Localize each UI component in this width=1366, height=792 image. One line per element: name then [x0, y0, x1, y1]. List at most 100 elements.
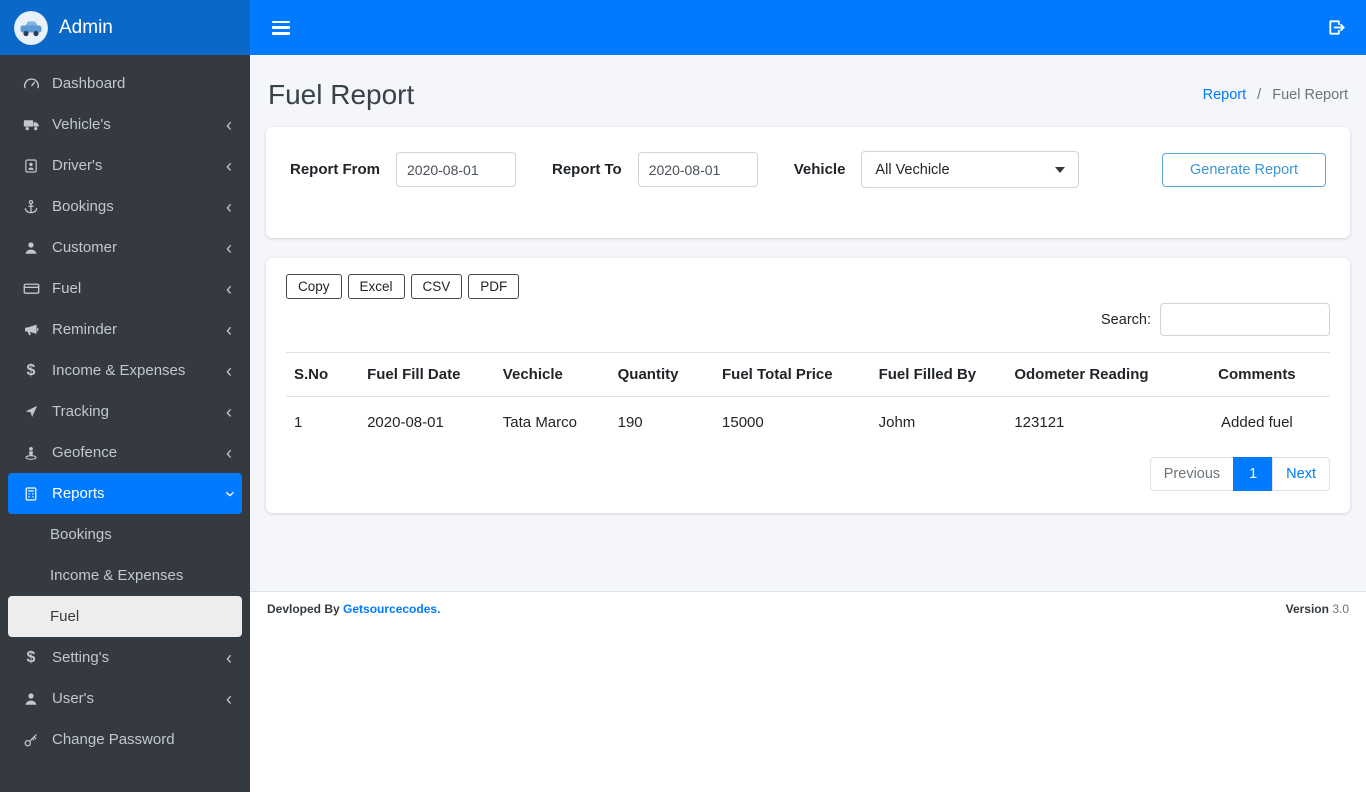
- vehicle-label: Vehicle: [793, 161, 846, 178]
- chevron-left-icon: ‹: [226, 319, 232, 340]
- main-content: Fuel Report Report / Fuel Report Report …: [250, 55, 1366, 792]
- sidebar-item-label: Reminder: [52, 321, 118, 338]
- tachometer-icon: [18, 75, 44, 92]
- cell-odometer-reading: 123121: [1014, 414, 1065, 431]
- column-header-sno[interactable]: S.No: [286, 352, 360, 397]
- sidebar-item-bookings[interactable]: Bookings ‹: [8, 186, 242, 227]
- sidebar-item-change-password[interactable]: Change Password: [8, 719, 242, 760]
- chevron-left-icon: ‹: [226, 688, 232, 709]
- footer-developed-by: Devloped By: [267, 602, 340, 616]
- sidebar-item-customer[interactable]: Customer ‹: [8, 227, 242, 268]
- page-bottom-whitespace: [250, 626, 1366, 792]
- footer-version-label: Version: [1285, 602, 1329, 616]
- fuel-report-table-card: Copy Excel CSV PDF Search: S.No Fuel Fil…: [266, 258, 1350, 513]
- cell-quantity: 190: [617, 414, 643, 431]
- column-header-fuel-total-price[interactable]: Fuel Total Price: [714, 352, 871, 397]
- export-buttons: Copy Excel CSV PDF: [286, 274, 1330, 299]
- footer-brand-link[interactable]: Getsourcecodes.: [343, 602, 440, 616]
- sidebar-item-geofence[interactable]: Geofence ‹: [8, 432, 242, 473]
- app-logo-icon: [14, 10, 48, 45]
- chevron-left-icon: ‹: [226, 442, 232, 463]
- sidebar-subitem-income-expenses[interactable]: Income & Expenses: [8, 555, 242, 596]
- column-header-odometer-reading[interactable]: Odometer Reading: [1006, 352, 1184, 397]
- chevron-left-icon: ‹: [226, 278, 232, 299]
- copy-button[interactable]: Copy: [286, 274, 342, 299]
- cell-fuel-total-price: 15000: [722, 414, 764, 431]
- user-icon: [18, 240, 44, 256]
- user-icon: [18, 691, 44, 707]
- hamburger-menu-icon[interactable]: [272, 20, 290, 35]
- sidebar-item-label: Setting's: [52, 649, 110, 666]
- generate-report-button[interactable]: Generate Report: [1161, 152, 1326, 187]
- excel-button[interactable]: Excel: [347, 274, 405, 299]
- report-to-input[interactable]: [637, 152, 758, 187]
- column-header-vehicle[interactable]: Vechicle: [494, 352, 610, 397]
- sidebar-item-reports[interactable]: Reports ‹: [8, 473, 242, 514]
- sidebar: Dashboard Vehicle's ‹ Driver's ‹ Booking…: [0, 55, 250, 792]
- chevron-left-icon: ‹: [226, 401, 232, 422]
- sidebar-item-settings[interactable]: $ Setting's ‹: [8, 637, 242, 678]
- vehicle-select[interactable]: All Vechicle: [861, 151, 1080, 188]
- footer-credit: Devloped By Getsourcecodes.: [267, 602, 440, 616]
- dollar-icon: $: [26, 648, 36, 666]
- csv-button[interactable]: CSV: [410, 274, 463, 299]
- table-row: 1 2020-08-01 Tata Marco 190 15000 Johm 1…: [286, 397, 1330, 456]
- sidebar-item-reminder[interactable]: Reminder ‹: [8, 309, 242, 350]
- chevron-left-icon: ‹: [226, 237, 232, 258]
- sidebar-subitem-label: Income & Expenses: [50, 567, 184, 584]
- pagination-page-1-button[interactable]: 1: [1233, 457, 1274, 491]
- logout-icon[interactable]: [1327, 18, 1346, 37]
- cell-comments: Added fuel: [1221, 414, 1293, 431]
- sidebar-subitem-bookings[interactable]: Bookings: [8, 514, 242, 555]
- sidebar-item-users[interactable]: User's ‹: [8, 678, 242, 719]
- breadcrumb-report-link[interactable]: Report: [1203, 87, 1247, 103]
- sidebar-item-dashboard[interactable]: Dashboard: [8, 63, 242, 104]
- sidebar-item-label: Customer: [52, 239, 118, 256]
- sidebar-item-fuel[interactable]: Fuel ‹: [8, 268, 242, 309]
- footer-version-value: 3.0: [1332, 602, 1349, 616]
- sidebar-item-label: User's: [52, 690, 95, 707]
- brand-title: Admin: [59, 16, 113, 38]
- caret-down-icon: [1055, 166, 1066, 173]
- report-filter-card: Report From Report To Vehicle All Vechic…: [266, 127, 1350, 238]
- sidebar-item-label: Change Password: [52, 731, 175, 748]
- column-header-comments[interactable]: Comments: [1183, 352, 1330, 397]
- bullhorn-icon: [18, 321, 44, 338]
- truck-icon: [18, 116, 44, 133]
- sidebar-item-drivers[interactable]: Driver's ‹: [8, 145, 242, 186]
- breadcrumb-separator: /: [1257, 87, 1262, 103]
- breadcrumb-current: Fuel Report: [1272, 87, 1348, 103]
- search-input[interactable]: [1160, 303, 1330, 336]
- report-from-input[interactable]: [396, 152, 516, 187]
- column-header-fuel-fill-date[interactable]: Fuel Fill Date: [359, 352, 495, 397]
- sidebar-item-label: Income & Expenses: [52, 362, 186, 379]
- fuel-card-icon: [18, 280, 44, 297]
- footer-version: Version 3.0: [1286, 602, 1349, 616]
- cell-vehicle: Tata Marco: [502, 414, 577, 431]
- chevron-left-icon: ‹: [226, 155, 232, 176]
- chevron-left-icon: ‹: [226, 360, 232, 381]
- pagination-previous-button[interactable]: Previous: [1149, 457, 1235, 491]
- dollar-icon: $: [26, 361, 36, 379]
- column-header-quantity[interactable]: Quantity: [609, 352, 715, 397]
- sidebar-item-label: Reports: [52, 485, 105, 502]
- sidebar-item-label: Driver's: [52, 157, 103, 174]
- sidebar-subitem-fuel[interactable]: Fuel: [8, 596, 242, 637]
- column-header-fuel-filled-by[interactable]: Fuel Filled By: [870, 352, 1007, 397]
- calculator-icon: [18, 486, 44, 502]
- id-badge-icon: [18, 158, 44, 174]
- report-to-label: Report To: [552, 161, 622, 178]
- anchor-icon: [18, 199, 44, 215]
- sidebar-item-vehicles[interactable]: Vehicle's ‹: [8, 104, 242, 145]
- street-view-icon: [18, 445, 44, 461]
- pdf-button[interactable]: PDF: [468, 274, 520, 299]
- sidebar-item-tracking[interactable]: Tracking ‹: [8, 391, 242, 432]
- cell-fuel-fill-date: 2020-08-01: [367, 414, 444, 431]
- page-title: Fuel Report: [268, 79, 415, 110]
- sidebar-item-label: Tracking: [52, 403, 109, 420]
- pagination-next-button[interactable]: Next: [1272, 457, 1330, 491]
- sidebar-item-income-expenses[interactable]: $ Income & Expenses ‹: [8, 350, 242, 391]
- cell-fuel-filled-by: Johm: [878, 414, 916, 431]
- sidebar-item-label: Vehicle's: [52, 116, 111, 133]
- search-bar: Search:: [286, 303, 1330, 336]
